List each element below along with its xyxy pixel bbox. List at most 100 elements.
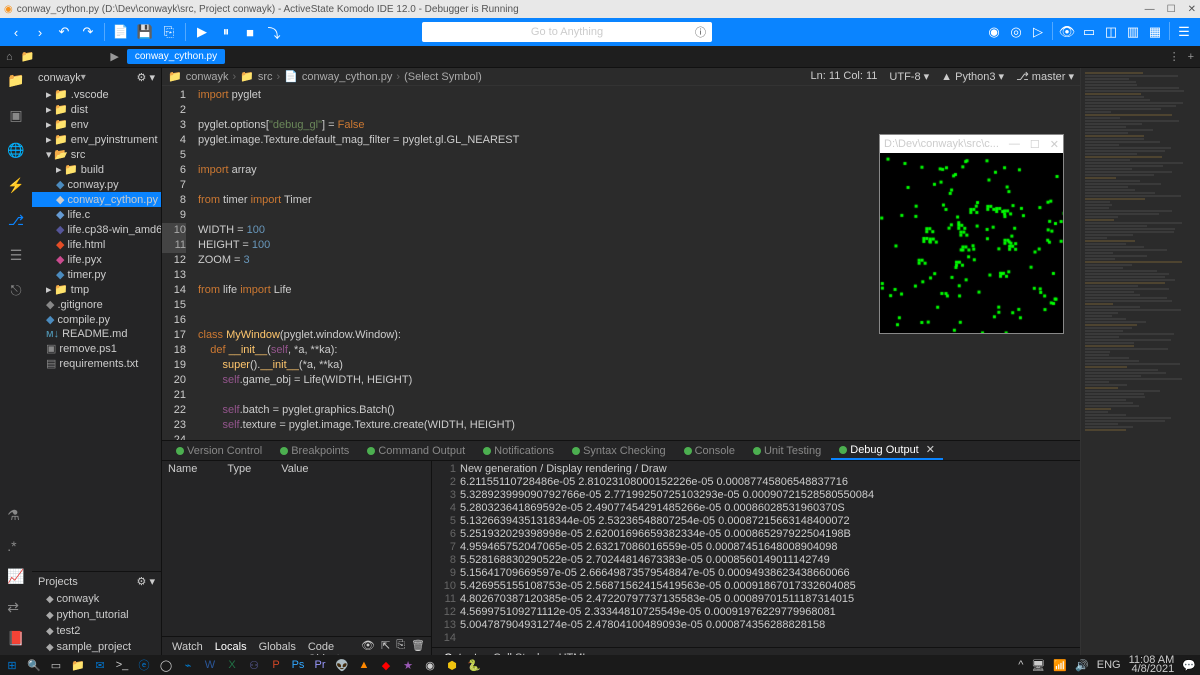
- play-macro-icon[interactable]: ▷: [1028, 22, 1048, 42]
- crumb[interactable]: conway_cython.py: [302, 71, 393, 83]
- task-view-icon[interactable]: ▭: [48, 657, 64, 673]
- goto-anything-input[interactable]: Go to Anything ⓘ: [422, 22, 712, 42]
- app-icon[interactable]: 👽: [334, 657, 350, 673]
- project-item[interactable]: ◆ conwayk: [32, 591, 161, 607]
- code-editor[interactable]: 123456789101112131415161718192021222324 …: [162, 86, 1080, 440]
- step-icon[interactable]: ⤵: [264, 22, 284, 42]
- tray-network-icon[interactable]: 📶: [1053, 659, 1067, 672]
- tree-file[interactable]: ◆.gitignore: [32, 297, 161, 312]
- run-icon[interactable]: ▶: [110, 50, 118, 63]
- tree-file[interactable]: ◆timer.py: [32, 267, 161, 282]
- bottom-tab[interactable]: Unit Testing: [745, 443, 829, 459]
- photoshop-icon[interactable]: Ps: [290, 657, 306, 673]
- tray-lang[interactable]: ENG: [1097, 659, 1121, 671]
- vlc-icon[interactable]: ▲: [356, 657, 372, 673]
- terminal-icon[interactable]: ▣: [9, 107, 22, 124]
- tree-folder[interactable]: ▾📂 src: [32, 147, 161, 162]
- close-icon[interactable]: ✕: [1050, 138, 1059, 151]
- tray-chevron-icon[interactable]: ^: [1018, 659, 1023, 671]
- tree-file[interactable]: ▤requirements.txt: [32, 356, 161, 371]
- tree-file[interactable]: ◆compile.py: [32, 312, 161, 327]
- layout2-icon[interactable]: ◫: [1101, 22, 1121, 42]
- tree-folder[interactable]: ▸📁 .vscode: [32, 87, 161, 102]
- add-tab-icon[interactable]: ⋮: [1169, 50, 1180, 63]
- project-item[interactable]: ◆ python_tutorial: [32, 607, 161, 623]
- tree-folder[interactable]: ▸📁 dist: [32, 102, 161, 117]
- excel-icon[interactable]: X: [224, 657, 240, 673]
- regex-icon[interactable]: .*: [7, 538, 24, 554]
- pause-icon[interactable]: ⏸: [216, 22, 236, 42]
- minimize-icon[interactable]: ―: [1145, 4, 1155, 15]
- terminal-icon[interactable]: >_: [114, 657, 130, 673]
- start-icon[interactable]: ⊞: [4, 657, 20, 673]
- layout1-icon[interactable]: ▭: [1079, 22, 1099, 42]
- tree-file[interactable]: ◆life.pyx: [32, 252, 161, 267]
- undo-icon[interactable]: ↶: [54, 22, 74, 42]
- open-folder-icon[interactable]: 📁: [21, 50, 35, 63]
- app-icon[interactable]: ★: [400, 657, 416, 673]
- save-icon[interactable]: 💾: [135, 22, 155, 42]
- chrome-icon[interactable]: ◯: [158, 657, 174, 673]
- close-icon[interactable]: ✕: [1188, 4, 1196, 15]
- pyglet-window[interactable]: D:\Dev\conwayk\src\c... ― ☐ ✕: [879, 134, 1064, 334]
- vscode-icon[interactable]: ⌁: [180, 657, 196, 673]
- redo-icon[interactable]: ↷: [78, 22, 98, 42]
- app-icon[interactable]: ◆: [378, 657, 394, 673]
- tray-monitor-icon[interactable]: 🖥: [1031, 659, 1045, 672]
- flask-icon[interactable]: ⚗: [7, 507, 24, 524]
- tree-file[interactable]: ◆life.html: [32, 237, 161, 252]
- new-file-icon[interactable]: 📄: [111, 22, 131, 42]
- project-item[interactable]: ◆ sample_project: [32, 639, 161, 655]
- crumb[interactable]: conwayk: [186, 71, 229, 83]
- gear-icon[interactable]: ⚙ ▾: [137, 575, 155, 588]
- teams-icon[interactable]: ⚇: [246, 657, 262, 673]
- explorer-icon[interactable]: 📁: [70, 657, 86, 673]
- add-icon[interactable]: +: [1188, 51, 1194, 63]
- branch-icon[interactable]: ⎇: [8, 212, 24, 229]
- crumb[interactable]: src: [258, 71, 273, 83]
- encoding[interactable]: UTF-8 ▾: [889, 70, 929, 83]
- record-icon[interactable]: ◉: [984, 22, 1004, 42]
- mail-icon[interactable]: ✉: [92, 657, 108, 673]
- lightning-icon[interactable]: ⚡: [7, 177, 24, 194]
- project-item[interactable]: ◆ test2: [32, 623, 161, 639]
- forward-icon[interactable]: ›: [30, 22, 50, 42]
- gear-icon[interactable]: ⚙ ▾: [137, 71, 155, 84]
- app-icon[interactable]: ⬢: [444, 657, 460, 673]
- tree-file[interactable]: ◆conway.py: [32, 177, 161, 192]
- tree-file[interactable]: ◆life.c: [32, 207, 161, 222]
- database-icon[interactable]: ☰: [10, 247, 23, 264]
- powerpoint-icon[interactable]: P: [268, 657, 284, 673]
- back-icon[interactable]: ‹: [6, 22, 26, 42]
- premiere-icon[interactable]: Pr: [312, 657, 328, 673]
- tray-volume-icon[interactable]: 🔊: [1075, 659, 1089, 672]
- home-icon[interactable]: ⌂: [6, 51, 13, 63]
- bottom-tab[interactable]: Version Control: [168, 443, 270, 459]
- maximize-icon[interactable]: ☐: [1030, 138, 1040, 151]
- tree-file[interactable]: ▣remove.ps1: [32, 341, 161, 356]
- projects-header[interactable]: Projects⚙ ▾: [32, 572, 161, 591]
- layout4-icon[interactable]: ▦: [1145, 22, 1165, 42]
- word-icon[interactable]: W: [202, 657, 218, 673]
- tree-file-selected[interactable]: ◆conway_cython.py: [32, 192, 161, 207]
- obs-icon[interactable]: ◉: [422, 657, 438, 673]
- minimap[interactable]: [1080, 68, 1200, 655]
- book-icon[interactable]: 📕: [7, 630, 24, 647]
- minimize-icon[interactable]: ―: [1009, 138, 1020, 151]
- explorer-icon[interactable]: 📁: [7, 72, 24, 89]
- language[interactable]: ▲ Python3 ▾: [941, 70, 1004, 83]
- stop-icon[interactable]: ■: [240, 22, 260, 42]
- menu-icon[interactable]: ☰: [1174, 22, 1194, 42]
- eye-icon[interactable]: 👁: [1057, 22, 1077, 42]
- stop-record-icon[interactable]: ◎: [1006, 22, 1026, 42]
- bottom-tab[interactable]: Notifications: [475, 443, 562, 459]
- tree-file[interactable]: ◆life.cp38-win_amd64.pyd: [32, 222, 161, 237]
- project-header[interactable]: conwayk ▾ ⚙ ▾: [32, 68, 161, 87]
- tree-folder[interactable]: ▸📁 build: [32, 162, 161, 177]
- layout3-icon[interactable]: ▥: [1123, 22, 1143, 42]
- tree-file[interactable]: м↓README.md: [32, 327, 161, 341]
- bottom-tab[interactable]: Syntax Checking: [564, 443, 674, 459]
- globe-icon[interactable]: 🌐: [7, 142, 24, 159]
- bottom-tab[interactable]: Console: [676, 443, 743, 459]
- bottom-tab[interactable]: Command Output: [359, 443, 473, 459]
